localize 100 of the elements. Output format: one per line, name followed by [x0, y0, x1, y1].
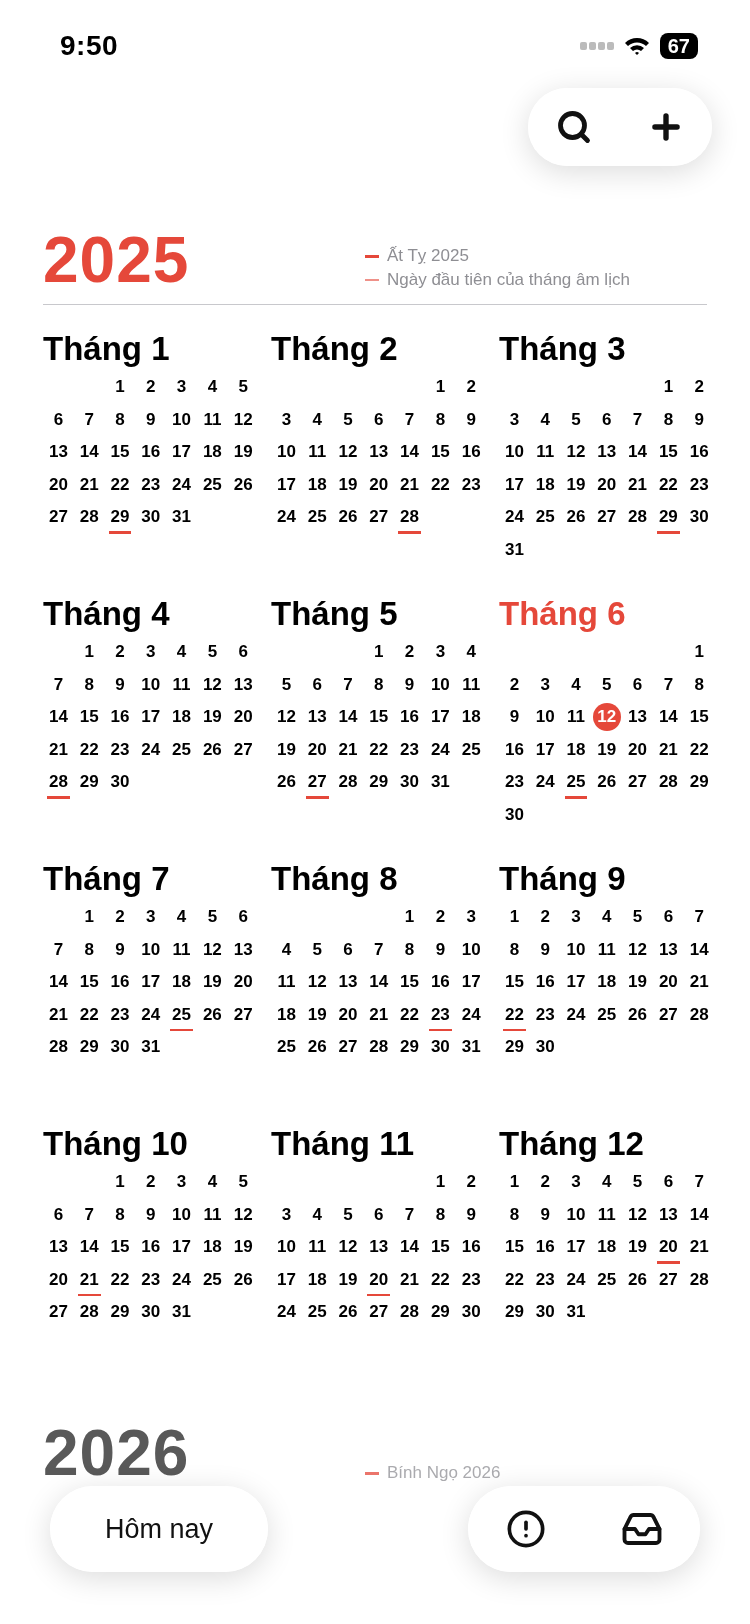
day-number[interactable]: 20: [44, 1265, 73, 1294]
day-number[interactable]: 22: [106, 1265, 134, 1294]
day-number[interactable]: 22: [426, 470, 455, 499]
day-number[interactable]: 2: [426, 903, 455, 932]
day-number[interactable]: 17: [136, 968, 165, 997]
day-number[interactable]: 4: [167, 903, 196, 932]
day-number[interactable]: 25: [198, 1265, 227, 1294]
day-number[interactable]: 12: [334, 1233, 362, 1262]
day-number[interactable]: 7: [685, 1168, 714, 1197]
day-number[interactable]: 8: [685, 670, 714, 699]
day-number[interactable]: 11: [303, 438, 332, 467]
day-number[interactable]: 2: [531, 903, 560, 932]
day-number[interactable]: 6: [654, 903, 683, 932]
day-number[interactable]: 25: [167, 735, 196, 764]
day-number[interactable]: 26: [272, 768, 301, 797]
day-number[interactable]: 21: [364, 1000, 393, 1029]
day-number[interactable]: 13: [654, 1200, 683, 1229]
day-number[interactable]: 7: [654, 670, 683, 699]
day-number[interactable]: 12: [198, 670, 227, 699]
day-number[interactable]: 20: [334, 1000, 362, 1029]
day-number[interactable]: 13: [654, 935, 683, 964]
day-number[interactable]: 5: [303, 935, 332, 964]
day-number[interactable]: 19: [592, 735, 621, 764]
day-number[interactable]: 6: [592, 405, 621, 434]
day-number[interactable]: 26: [623, 1000, 652, 1029]
day-number[interactable]: 12: [562, 438, 590, 467]
day-number[interactable]: 17: [426, 703, 455, 732]
day-number[interactable]: 16: [531, 968, 560, 997]
day-number[interactable]: 16: [136, 438, 165, 467]
day-number[interactable]: 1: [75, 903, 104, 932]
day-number[interactable]: 19: [229, 1233, 258, 1262]
day-number[interactable]: 29: [500, 1033, 529, 1062]
day-number[interactable]: 24: [167, 470, 196, 499]
day-number[interactable]: 5: [198, 903, 227, 932]
day-number[interactable]: 10: [562, 1200, 590, 1229]
day-number[interactable]: 10: [562, 935, 590, 964]
day-number[interactable]: 3: [562, 903, 590, 932]
day-number[interactable]: 13: [623, 703, 652, 732]
day-number[interactable]: 14: [75, 438, 104, 467]
day-number[interactable]: 25: [198, 470, 227, 499]
day-number[interactable]: 24: [531, 768, 560, 797]
day-number[interactable]: 30: [531, 1033, 560, 1062]
day-number[interactable]: 11: [592, 935, 621, 964]
day-number[interactable]: 10: [531, 703, 560, 732]
day-number[interactable]: 14: [364, 968, 393, 997]
day-number[interactable]: 8: [364, 670, 393, 699]
day-number[interactable]: 30: [531, 1298, 560, 1327]
today-date[interactable]: 12: [592, 703, 621, 732]
day-number[interactable]: 19: [198, 968, 227, 997]
day-number[interactable]: 31: [136, 1033, 165, 1062]
month-title[interactable]: Tháng 12: [499, 1122, 715, 1166]
day-number[interactable]: 2: [457, 1168, 486, 1197]
day-number[interactable]: 11: [198, 1200, 227, 1229]
day-number[interactable]: 7: [44, 935, 73, 964]
day-number[interactable]: 6: [364, 405, 393, 434]
day-number[interactable]: 1: [426, 1168, 455, 1197]
day-number[interactable]: 9: [500, 703, 529, 732]
day-number[interactable]: 9: [531, 1200, 560, 1229]
day-number[interactable]: 10: [136, 670, 165, 699]
day-number[interactable]: 17: [272, 1265, 301, 1294]
day-number[interactable]: 28: [395, 503, 424, 532]
day-number[interactable]: 9: [426, 935, 455, 964]
day-number[interactable]: 4: [303, 405, 332, 434]
day-number[interactable]: 6: [654, 1168, 683, 1197]
day-number[interactable]: 1: [364, 638, 393, 667]
day-number[interactable]: 5: [334, 1200, 362, 1229]
day-number[interactable]: 3: [272, 405, 301, 434]
day-number[interactable]: 6: [623, 670, 652, 699]
day-number[interactable]: 25: [562, 768, 590, 797]
day-number[interactable]: 27: [654, 1265, 683, 1294]
day-number[interactable]: 4: [272, 935, 301, 964]
day-number[interactable]: 21: [75, 1265, 104, 1294]
day-number[interactable]: 17: [167, 438, 196, 467]
day-number[interactable]: 26: [334, 503, 362, 532]
day-number[interactable]: 5: [334, 405, 362, 434]
day-number[interactable]: 5: [272, 670, 301, 699]
day-number[interactable]: 16: [106, 968, 134, 997]
day-number[interactable]: 31: [457, 1033, 486, 1062]
day-number[interactable]: 11: [167, 670, 196, 699]
day-number[interactable]: 14: [44, 968, 73, 997]
day-number[interactable]: 22: [500, 1000, 529, 1029]
day-number[interactable]: 21: [685, 1233, 714, 1262]
day-number[interactable]: 18: [457, 703, 486, 732]
day-number[interactable]: 20: [364, 1265, 393, 1294]
day-number[interactable]: 15: [685, 703, 714, 732]
day-number[interactable]: 25: [592, 1000, 621, 1029]
day-number[interactable]: 5: [623, 1168, 652, 1197]
day-number[interactable]: 20: [229, 703, 258, 732]
day-number[interactable]: 10: [457, 935, 486, 964]
day-number[interactable]: 4: [562, 670, 590, 699]
today-button[interactable]: Hôm nay: [50, 1486, 268, 1572]
day-number[interactable]: 7: [395, 405, 424, 434]
day-number[interactable]: 22: [75, 1000, 104, 1029]
day-number[interactable]: 2: [106, 638, 134, 667]
day-number[interactable]: 30: [500, 800, 529, 829]
day-number[interactable]: 10: [167, 1200, 196, 1229]
day-number[interactable]: 19: [198, 703, 227, 732]
day-number[interactable]: 18: [198, 1233, 227, 1262]
month-title[interactable]: Tháng 7: [43, 857, 259, 901]
day-number[interactable]: 7: [395, 1200, 424, 1229]
